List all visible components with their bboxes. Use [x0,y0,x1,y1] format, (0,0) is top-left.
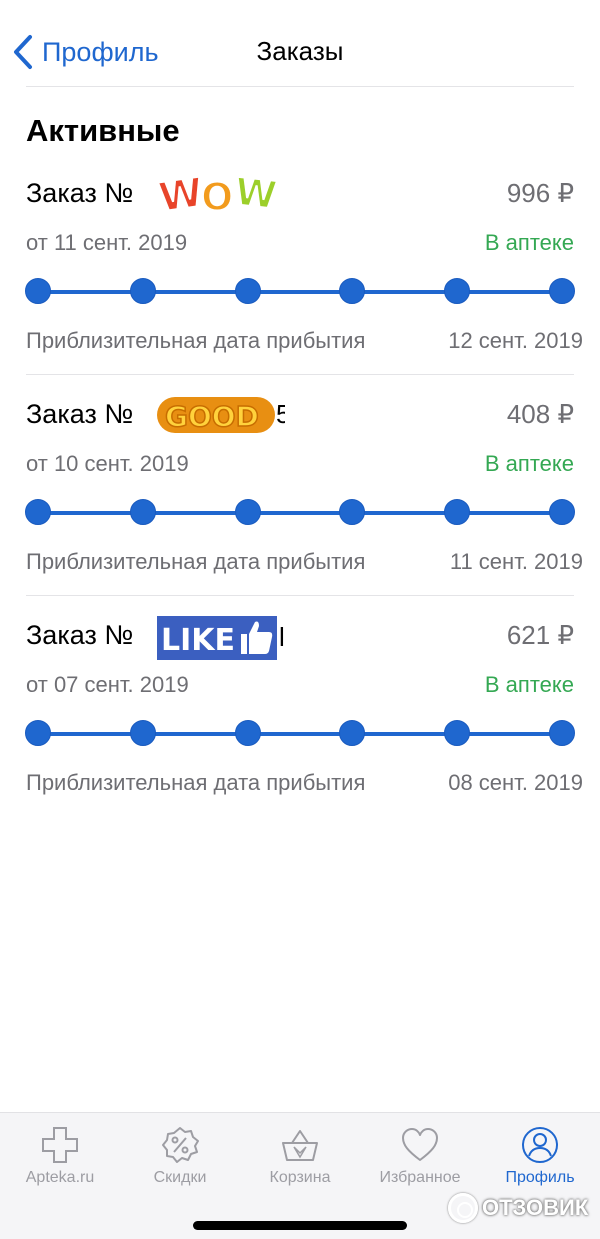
discount-badge-icon [162,1127,199,1163]
progress-step [549,278,575,304]
tab-profile[interactable]: Профиль [480,1125,600,1187]
svg-text:l: l [279,622,285,652]
navigation-bar: Профиль Заказы [0,0,600,88]
watermark-logo-icon [448,1193,478,1223]
tab-favorites[interactable]: Избранное [360,1125,480,1187]
tab-label: Корзина [269,1169,331,1186]
eta-label: Приблизительная дата прибытия [26,328,366,353]
order-date: от 11 сент. 2019 [26,230,188,255]
order-date: от 07 сент. 2019 [26,672,189,697]
watermark-text: ОТЗОВИК [482,1195,589,1220]
order-date: от 10 сент. 2019 [26,451,189,476]
svg-text:LIKE: LIKE [161,623,235,658]
order-status: В аптеке [484,672,574,697]
eta-date: 11 сент. 2019 [449,549,583,574]
order-status: В аптеке [484,451,574,476]
tab-label: Скидки [153,1169,207,1186]
eta-date: 08 сент. 2019 [448,770,583,795]
eta-date: 12 сент. 2019 [448,328,583,353]
order-card[interactable]: Заказ № W O W 996 ₽ от 11 сент. 2019 В а… [0,168,600,398]
tab-apteka[interactable]: Apteka.ru [0,1125,120,1187]
svg-text:O: O [201,175,233,219]
order-price: 408 ₽ [506,399,574,429]
tab-discounts[interactable]: Скидки [120,1125,240,1187]
nav-divider [26,86,574,87]
order-number: Заказ № [26,620,134,650]
tab-cart[interactable]: Корзина [240,1125,360,1187]
progress-track [38,511,562,515]
page-title: Заказы [256,36,344,66]
progress-step [339,499,365,525]
progress-track [38,290,562,294]
progress-step [25,499,51,525]
order-divider [26,595,574,596]
eta-label: Приблизительная дата прибытия [26,770,366,795]
svg-text:W: W [233,169,279,217]
svg-text:W: W [156,170,206,222]
progress-step [339,278,365,304]
basket-icon [282,1130,318,1161]
good-sticker-icon: GOOD 5 [157,397,285,434]
tab-label: Избранное [379,1169,461,1186]
order-number: Заказ № [26,399,134,429]
progress-track [38,732,562,736]
progress-step [235,278,261,304]
order-status: В аптеке [484,230,574,255]
svg-text:GOOD: GOOD [165,400,259,433]
section-title: Активные [26,113,180,148]
order-divider [26,374,574,375]
heart-icon [402,1128,438,1161]
progress-step [339,720,365,746]
progress-step [130,720,156,746]
progress-step [549,499,575,525]
like-sticker-icon: LIKE l [157,616,285,660]
order-card[interactable]: Заказ № GOOD 5 408 ₽ от 10 сент. 2019 В … [0,397,600,619]
tab-label: Профиль [505,1169,575,1186]
progress-step [25,720,51,746]
eta-label: Приблизительная дата прибытия [26,549,366,574]
progress-step [549,720,575,746]
progress-step [25,278,51,304]
progress-step [444,499,470,525]
watermark: ОТЗОВИК [448,1193,588,1223]
progress-step [130,499,156,525]
progress-step [130,278,156,304]
cross-icon [42,1127,78,1163]
progress-step [235,499,261,525]
tab-label: Apteka.ru [25,1169,95,1186]
home-indicator[interactable] [193,1221,407,1230]
wow-sticker-icon: W O W [155,168,280,222]
progress-step [444,278,470,304]
progress-step [235,720,261,746]
svg-text:5: 5 [276,399,285,429]
order-price: 996 ₽ [506,178,574,208]
order-card[interactable]: Заказ № LIKE l 621 ₽ от 07 сент. 2019 В … [0,616,600,840]
progress-step [444,720,470,746]
order-number: Заказ № [26,178,134,208]
profile-icon [522,1127,558,1163]
order-price: 621 ₽ [506,620,574,650]
